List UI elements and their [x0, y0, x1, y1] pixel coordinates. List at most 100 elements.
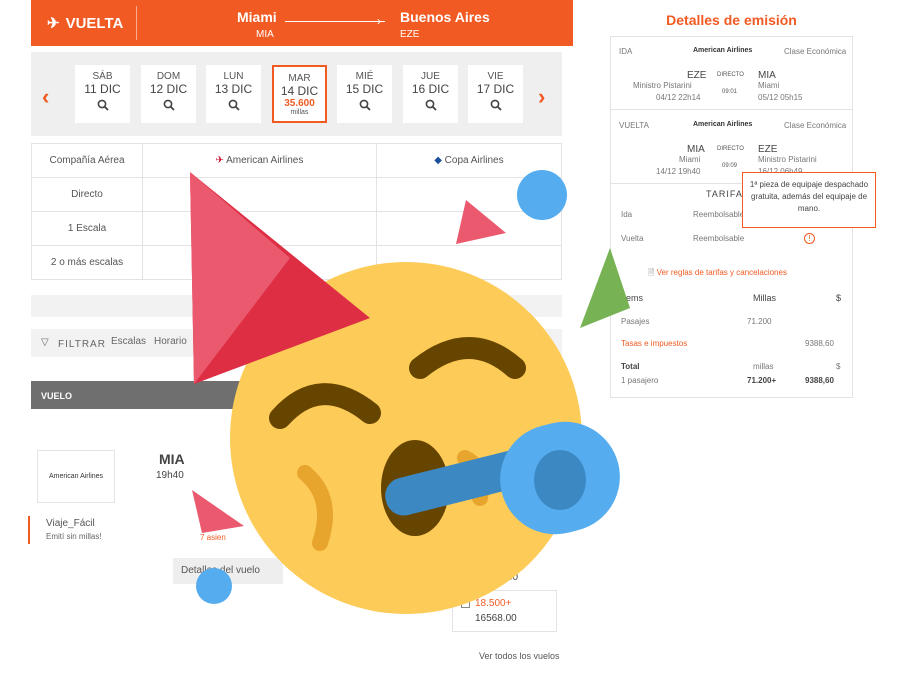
flight-origin: MIA	[159, 451, 185, 467]
origin-code: MIA	[256, 29, 274, 40]
aa-logo-icon: ✈	[215, 155, 227, 166]
promo-title: Viaje_Fácil	[46, 518, 95, 529]
filter-horario[interactable]: Horario	[154, 336, 187, 347]
vuelta-label: VUELTA	[619, 121, 649, 130]
fare-rules-link[interactable]: 🗎 Ver reglas de tarifas y cancelaciones	[648, 267, 787, 281]
price-partial: 00	[507, 572, 519, 583]
date-selector: ‹ SÁB 11 DIC DOM 12 DIC LUN 13 DIC MAR 14 DI…	[31, 52, 562, 136]
matrix-cell[interactable]	[142, 211, 377, 246]
day-card[interactable]: JUE 16 DIC	[403, 65, 458, 123]
total-value: 9388,60	[805, 376, 834, 385]
tasas-value: 9388,60	[805, 339, 834, 348]
total-label: Total	[621, 362, 640, 371]
filter-icon: ▽	[41, 337, 49, 348]
day-card-selected[interactable]: MAR 14 DIC 35.600 millas	[272, 65, 327, 123]
matrix-cell[interactable]	[142, 177, 377, 212]
vuelta-from: MIA	[687, 144, 705, 155]
millas-header: Millas	[753, 293, 777, 303]
day-card[interactable]: VIE 17 DIC	[468, 65, 523, 123]
plane-icon: ✈	[47, 15, 60, 32]
total-dollar-label: $	[836, 362, 841, 371]
dest-code: EZE	[400, 29, 420, 40]
ida-from-dt: 04/12 22h14	[656, 93, 701, 102]
ida-class: Clase Económica	[784, 47, 847, 56]
filter-bar: ▽ FILTRAR Escalas Horario	[31, 329, 562, 357]
route-arrow-icon: ›	[377, 14, 381, 28]
direction: ✈ VUELTA	[47, 14, 124, 33]
divider	[611, 109, 852, 110]
baggage-tooltip: 1ª pieza de equipaje despachado gratuita…	[742, 172, 876, 228]
flight-details-button[interactable]: Detalles del vuelo	[173, 558, 283, 584]
origin-city: Miami	[237, 9, 277, 25]
search-icon	[97, 99, 109, 111]
price-money: 16568.00	[475, 613, 517, 624]
flight-time: 19h40	[156, 470, 184, 481]
pasajes-millas: 71.200	[747, 317, 772, 326]
ida-airline: American Airlines	[693, 47, 753, 54]
price-box[interactable]: 18.500+ 16568.00	[452, 590, 557, 632]
divider	[136, 6, 137, 40]
airline-logo: American Airlines	[37, 450, 115, 503]
trip-header: ✈ VUELTA Miami MIA › Buenos Aires EZE	[31, 0, 573, 46]
vuelta-reembolsable: Reembolsable	[693, 234, 745, 243]
row-label: Directo	[31, 177, 143, 212]
prev-arrow-icon[interactable]: ‹	[42, 84, 49, 110]
vuelta-to-name: Ministro Pistarini	[758, 155, 817, 164]
ida-to-dt: 05/12 05h15	[758, 93, 803, 102]
next-arrow-icon[interactable]: ›	[538, 84, 545, 110]
ida-label: IDA	[619, 47, 633, 56]
day-card[interactable]: DOM 12 DIC	[141, 65, 196, 123]
see-all-flights[interactable]: Ver todos los vuelos	[479, 651, 560, 661]
airline-aa[interactable]: ✈ American Airlines	[142, 143, 377, 178]
vuelta-to: EZE	[758, 144, 778, 155]
airline-matrix: Compañía Aérea ✈ American Airlines ◆ Cop…	[31, 143, 563, 280]
ida-duration: 09:01	[722, 89, 738, 95]
seats-left: 7 asien	[200, 533, 226, 542]
route-arrow-line	[285, 21, 385, 22]
vuelta-from-name: Miami	[679, 155, 701, 164]
filter-escalas[interactable]: Escalas	[111, 336, 146, 347]
search-icon	[359, 99, 371, 111]
vuelta-row: Vuelta	[621, 234, 644, 243]
total-millas-label: millas	[753, 362, 774, 371]
matrix-cell[interactable]	[375, 211, 563, 246]
day-card[interactable]: MIÉ 15 DIC	[337, 65, 392, 123]
search-icon	[425, 99, 437, 111]
airline-copa[interactable]: ◆ Copa Airlines	[375, 143, 563, 178]
vuelta-from-dt: 14/12 19h40	[656, 167, 701, 176]
search-icon	[490, 99, 502, 111]
ida-to-name: Miami	[758, 81, 780, 90]
info-icon[interactable]: !	[804, 233, 815, 244]
ida-row: Ida	[621, 210, 633, 219]
ida-from: EZE	[687, 70, 707, 81]
pax-label: 1 pasajero	[621, 376, 659, 385]
day-card[interactable]: SÁB 11 DIC	[75, 65, 130, 123]
vuelta-direct: DIRECTO	[717, 146, 744, 152]
matrix-cell[interactable]	[142, 245, 377, 280]
dollar-header: $	[836, 293, 842, 303]
col-header: Compañía Aérea	[31, 143, 143, 178]
total-millas: 71.200+	[747, 376, 777, 385]
document-icon: 🗎	[648, 268, 657, 277]
vuelta-airline: American Airlines	[693, 121, 753, 128]
items-header: Items	[621, 293, 644, 303]
results-header: VUELO	[31, 381, 562, 409]
day-card[interactable]: LUN 13 DIC	[206, 65, 261, 123]
price-miles: 18.500+	[475, 598, 512, 609]
panel-title: Detalles de emisión	[666, 12, 797, 28]
search-icon	[228, 99, 240, 111]
search-icon	[163, 99, 175, 111]
spacer-bar	[31, 295, 562, 317]
filter-label: FILTRAR	[58, 339, 106, 350]
matrix-cell[interactable]	[375, 245, 563, 280]
tarifa-label: TARIFA	[706, 189, 743, 199]
row-label: 1 Escala	[31, 211, 143, 246]
pasajes-label: Pasajes	[621, 317, 650, 326]
ida-to: MIA	[758, 70, 776, 81]
matrix-cell[interactable]	[375, 177, 563, 212]
copa-logo-icon: ◆	[434, 155, 445, 166]
ida-from-name: Ministro Pistarini	[633, 81, 692, 90]
tasas-link[interactable]: Tasas e impuestos	[621, 339, 687, 348]
price-checkbox[interactable]	[461, 599, 470, 608]
promo-marker	[28, 516, 30, 544]
